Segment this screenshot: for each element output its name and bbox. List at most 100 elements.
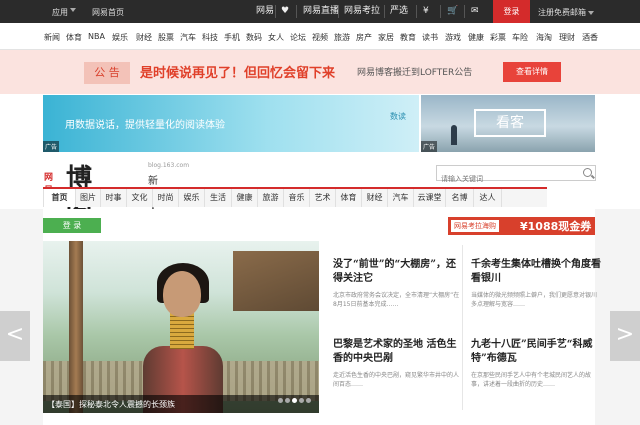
tab-item[interactable]: 云课堂 (414, 189, 446, 207)
lottery-icon[interactable]: 网易直播 (303, 4, 339, 19)
slide-dot[interactable] (306, 398, 311, 403)
nav-item[interactable]: 股票 (158, 32, 174, 43)
nav-item[interactable]: 海淘 (536, 32, 552, 43)
tab-item[interactable]: 音乐 (284, 189, 310, 207)
nav-item[interactable]: 新闻 (44, 32, 60, 43)
heart-icon[interactable]: ♥ (281, 4, 289, 19)
prev-arrow-button[interactable]: < (0, 311, 30, 361)
nav-item[interactable]: 体育 (66, 32, 82, 43)
divider (275, 5, 276, 18)
nav-item[interactable]: 数码 (246, 32, 262, 43)
nav-item[interactable]: 汽车 (180, 32, 196, 43)
article-item[interactable]: 没了“前世”的“大棚房”，还得关注它 北京市政府常务会议决定，全市清理“大棚房”… (333, 258, 463, 309)
notice-sub[interactable]: 网易博客搬迁到LOFTER公告 (357, 65, 472, 78)
ad-banner-left[interactable]: 用数据说话，提供轻量化的阅读体验 数读 广告 (43, 95, 419, 152)
nav-item[interactable]: 理财 (559, 32, 575, 43)
article-summary: 走近活色生香的中央巴剐，窥见繁华市井中的人间百态…… (333, 372, 460, 388)
green-login-button[interactable]: 登 录 (43, 218, 101, 233)
nav-item[interactable]: NBA (88, 32, 105, 41)
divider (464, 5, 465, 18)
phone-icon[interactable]: 网易 (256, 4, 274, 19)
nav-item[interactable]: 论坛 (290, 32, 306, 43)
mail-icon[interactable]: ✉ (471, 4, 479, 19)
slide-dot[interactable] (285, 398, 290, 403)
article-summary: 在京那些民间手艺人中有个老城民间艺人的故事，讲述着一段曲折的历史…… (471, 372, 592, 388)
notice-banner: 公 告 是时候说再见了！但回忆会留下来 网易博客搬迁到LOFTER公告 查看详情 (0, 50, 640, 94)
neck-rings-shape (170, 313, 194, 349)
nav-item[interactable]: 娱乐 (112, 32, 128, 43)
nav-item[interactable]: 游戏 (445, 32, 461, 43)
next-arrow-button[interactable]: > (610, 311, 640, 361)
tab-item[interactable]: 艺术 (310, 189, 336, 207)
article-item[interactable]: 巴黎是艺术家的圣地 活色生香的中央巴剐 走近活色生香的中央巴剐，窥见繁华市井中的… (333, 338, 463, 389)
article-title[interactable]: 九老十八匠”民间手艺“科威特”布德瓦 (471, 338, 601, 366)
promo-banner[interactable]: 网易考拉海购 ¥1088现金券 (448, 217, 595, 235)
nav-item[interactable]: 车险 (512, 32, 528, 43)
tab-item[interactable]: 财经 (362, 189, 388, 207)
chevron-down-icon (70, 8, 76, 12)
person-silhouette (451, 125, 457, 145)
finance-icon[interactable]: ¥ (423, 4, 429, 19)
login-button[interactable]: 登录 (493, 0, 530, 23)
tab-item[interactable]: 健康 (232, 189, 258, 207)
tab-item[interactable]: 娱乐 (179, 189, 205, 207)
tab-item[interactable]: 图片 (76, 189, 101, 207)
home-link[interactable]: 网易首页 (92, 7, 124, 18)
tab-item[interactable]: 生活 (205, 189, 232, 207)
register-label: 注册免费邮箱 (538, 8, 586, 17)
tab-item[interactable]: 文化 (127, 189, 153, 207)
tab-item[interactable]: 首页 (43, 189, 76, 207)
nav-item[interactable]: 教育 (400, 32, 416, 43)
search-icon[interactable] (583, 168, 592, 177)
article-title[interactable]: 千余考生集体吐槽换个角度看看银川 (471, 258, 601, 286)
tab-item[interactable]: 名博 (446, 189, 474, 207)
article-item[interactable]: 九老十八匠”民间手艺“科威特”布德瓦 在京那些民间手艺人中有个老城民间艺人的故事… (471, 338, 601, 389)
slide-dots (276, 388, 311, 407)
nav-item[interactable]: 健康 (468, 32, 484, 43)
nav-item[interactable]: 财经 (136, 32, 152, 43)
tab-item[interactable]: 汽车 (388, 189, 414, 207)
exam-icon[interactable]: 网易考拉 (344, 4, 380, 19)
article-title[interactable]: 没了“前世”的“大棚房”，还得关注它 (333, 258, 463, 286)
nav-item[interactable]: 酒香 (582, 32, 598, 43)
slide-dot[interactable] (299, 398, 304, 403)
nav-item[interactable]: 旅游 (334, 32, 350, 43)
tab-item[interactable]: 时事 (101, 189, 127, 207)
tab-item[interactable]: 达人 (474, 189, 502, 207)
tab-item[interactable]: 时尚 (153, 189, 179, 207)
tab-item[interactable]: 旅游 (258, 189, 284, 207)
nav-item[interactable]: 手机 (224, 32, 240, 43)
app-menu[interactable]: 应用 (52, 7, 68, 18)
article-summary: 当媒体的微光频频照上僻户，我们更愿意对银川多点理解与宽容…… (471, 292, 598, 308)
divider (384, 5, 385, 18)
cart-icon[interactable]: 🛒 (447, 4, 458, 19)
divider (338, 5, 339, 18)
slide-dot-active[interactable] (292, 398, 297, 403)
hero-caption[interactable]: 【泰国】探秘泰北令人震撼的长颈族 (47, 399, 175, 410)
search-input[interactable] (437, 172, 577, 186)
nav-item[interactable]: 家居 (378, 32, 394, 43)
nav-item[interactable]: 彩票 (490, 32, 506, 43)
nav-item[interactable]: 房产 (356, 32, 372, 43)
nav-item[interactable]: 视频 (312, 32, 328, 43)
article-title[interactable]: 巴黎是艺术家的圣地 活色生香的中央巴剐 (333, 338, 463, 366)
blog-domain: blog.163.com (148, 162, 190, 169)
nav-item[interactable]: 读书 (422, 32, 438, 43)
nav-item[interactable]: 女人 (268, 32, 284, 43)
slide-dot[interactable] (278, 398, 283, 403)
promo-tag: 网易考拉海购 (451, 220, 499, 232)
category-tabs: 首页 图片 时事 文化 时尚 娱乐 生活 健康 旅游 音乐 艺术 体育 财经 汽车 云课堂 名博 达人 (43, 187, 547, 207)
divider (296, 5, 297, 18)
product-icon[interactable]: 严选 (390, 4, 408, 19)
face-shape (163, 271, 201, 317)
nav-item[interactable]: 科技 (202, 32, 218, 43)
view-details-button[interactable]: 查看详情 (503, 62, 561, 82)
ad-banner-right[interactable]: 看客 广告 (421, 95, 595, 152)
search-box (436, 165, 596, 186)
register-link[interactable]: 注册免费邮箱 (538, 7, 594, 18)
pole-shape (69, 241, 83, 413)
tab-item[interactable]: 体育 (336, 189, 362, 207)
article-item[interactable]: 千余考生集体吐槽换个角度看看银川 当媒体的微光频频照上僻户，我们更愿意对银川多点… (471, 258, 601, 309)
hero-image[interactable]: 【泰国】探秘泰北令人震撼的长颈族 (43, 241, 319, 413)
promo-text: ¥1088现金券 (520, 220, 592, 233)
